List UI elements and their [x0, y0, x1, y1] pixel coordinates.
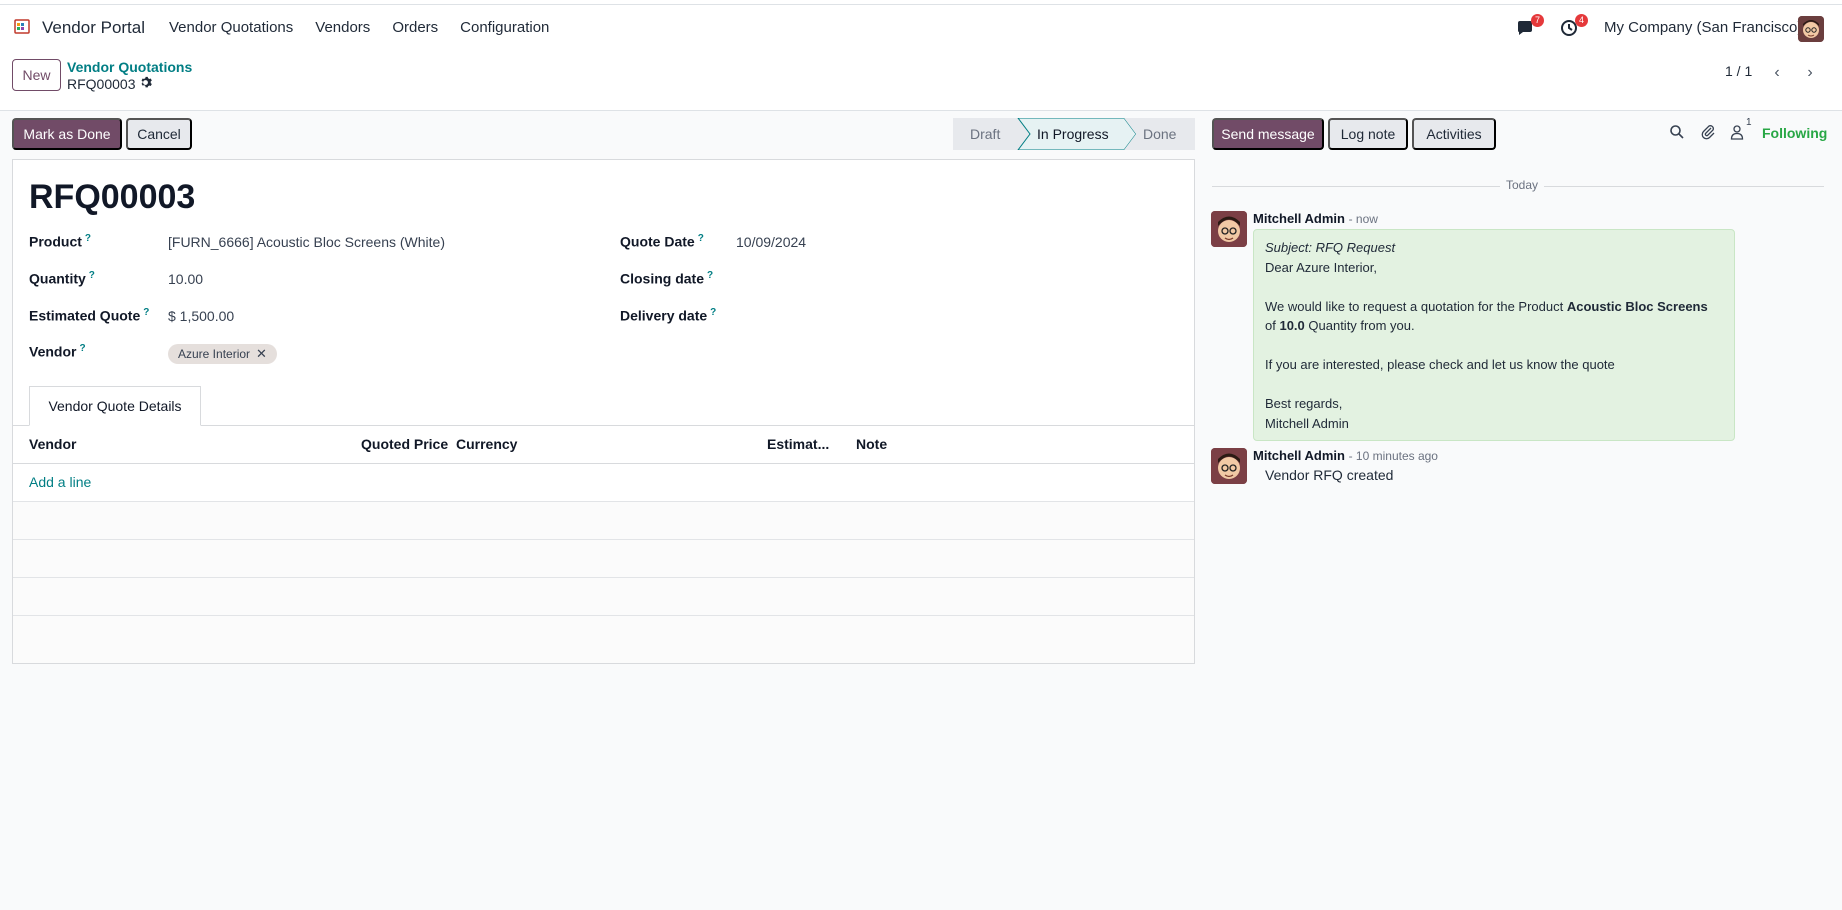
message-time: - 10 minutes ago [1348, 449, 1438, 463]
app-brand[interactable]: Vendor Portal [42, 18, 145, 38]
column-estimated[interactable]: Estimat... [767, 436, 829, 452]
quantity-label: Quantity? [29, 270, 95, 287]
message-line-1: We would like to request a quotation for… [1265, 298, 1708, 314]
message-line-2: of 10.0 Quantity from you. [1265, 318, 1415, 333]
user-avatar[interactable] [1798, 16, 1824, 42]
product-label: Product? [29, 233, 91, 250]
menu-orders[interactable]: Orders [392, 19, 438, 36]
help-icon[interactable]: ? [89, 270, 95, 281]
message-body: Vendor RFQ created [1265, 467, 1394, 483]
mark-as-done-button[interactable]: Mark as Done [12, 118, 122, 150]
breadcrumb-current-label: RFQ00003 [67, 76, 136, 92]
delivery-date-label: Delivery date? [620, 307, 717, 324]
help-icon[interactable]: ? [79, 343, 85, 354]
control-panel: New Vendor Quotations RFQ00003 1 / 1 ‹ › [0, 51, 1842, 111]
estimated-quote-label: Estimated Quote? [29, 307, 150, 324]
quote-date-label: Quote Date? [620, 233, 704, 250]
vendor-label: Vendor? [29, 343, 86, 360]
message-closing: Best regards, [1265, 396, 1343, 411]
gear-icon[interactable] [139, 76, 153, 92]
record-title: RFQ00003 [29, 178, 196, 216]
closing-date-label: Closing date? [620, 270, 714, 287]
status-step-in-progress[interactable]: In Progress [1037, 118, 1109, 150]
top-menu: Vendor Quotations Vendors Orders Configu… [169, 19, 571, 36]
breadcrumb-current: RFQ00003 [67, 76, 153, 92]
breadcrumb-parent-link[interactable]: Vendor Quotations [67, 59, 192, 75]
form-sheet: RFQ00003 Product? [FURN_6666] Acoustic B… [12, 159, 1195, 664]
help-icon[interactable]: ? [85, 233, 91, 244]
product-field[interactable]: [FURN_6666] Acoustic Bloc Screens (White… [168, 234, 445, 250]
followers-count: 1 [1746, 117, 1752, 128]
message-signature: Mitchell Admin [1265, 415, 1349, 431]
pager-next-icon[interactable]: › [1796, 59, 1824, 87]
pager-value[interactable]: 1 / 1 [1725, 63, 1752, 79]
following-toggle[interactable]: Following [1762, 125, 1827, 141]
help-icon[interactable]: ? [710, 307, 716, 318]
new-button[interactable]: New [12, 59, 61, 91]
message-author: Mitchell Admin - now [1253, 211, 1378, 226]
vendor-tag[interactable]: Azure Interior ✕ [168, 344, 277, 364]
activities-button[interactable]: Activities [1412, 118, 1496, 150]
send-message-button[interactable]: Send message [1212, 118, 1324, 150]
closing-date-field[interactable] [736, 268, 1176, 292]
table-row: Add a line [13, 464, 1194, 502]
table-row [13, 502, 1194, 540]
message-time: - now [1348, 212, 1378, 226]
estimated-quote-field[interactable]: $ 1,500.00 [168, 308, 234, 324]
menu-vendor-quotations[interactable]: Vendor Quotations [169, 19, 293, 36]
delivery-date-field[interactable] [736, 305, 1176, 329]
column-vendor[interactable]: Vendor [29, 436, 76, 452]
activities-badge: 4 [1574, 14, 1588, 27]
message-author: Mitchell Admin - 10 minutes ago [1253, 448, 1438, 463]
pager-previous-icon[interactable]: ‹ [1763, 59, 1791, 87]
tab-vendor-quote-details[interactable]: Vendor Quote Details [29, 386, 201, 426]
menu-vendors[interactable]: Vendors [315, 19, 370, 36]
message-author-avatar[interactable] [1211, 448, 1247, 484]
help-icon[interactable]: ? [143, 307, 149, 318]
help-icon[interactable]: ? [698, 233, 704, 244]
message-line-3: If you are interested, please check and … [1265, 357, 1615, 372]
table-row [13, 616, 1194, 663]
apps-grid-icon[interactable] [14, 18, 30, 34]
vendor-tag-label: Azure Interior [178, 347, 251, 361]
status-steps: Draft In Progress Done [953, 118, 1195, 150]
help-icon[interactable]: ? [707, 270, 713, 281]
column-note[interactable]: Note [856, 436, 887, 452]
message-greeting: Dear Azure Interior, [1265, 259, 1377, 275]
quote-date-field[interactable]: 10/09/2024 [736, 234, 806, 250]
tag-remove-icon[interactable]: ✕ [256, 346, 267, 362]
search-icon[interactable] [1669, 124, 1685, 143]
column-currency[interactable]: Currency [456, 436, 517, 452]
activities-clock-icon[interactable]: 4 [1560, 14, 1588, 37]
table-header: Vendor Quoted Price Currency Estimat... … [13, 426, 1194, 464]
add-a-line-link[interactable]: Add a line [29, 474, 91, 490]
quantity-field[interactable]: 10.00 [168, 271, 203, 287]
column-quoted-price[interactable]: Quoted Price [361, 436, 448, 452]
date-separator: Today [1500, 178, 1545, 192]
cancel-button[interactable]: Cancel [126, 118, 192, 150]
menu-configuration[interactable]: Configuration [460, 19, 549, 36]
main-navbar: Vendor Portal Vendor Quotations Vendors … [0, 5, 1842, 51]
status-step-draft[interactable]: Draft [970, 118, 1000, 150]
message-author-name[interactable]: Mitchell Admin [1253, 211, 1345, 226]
table-row [13, 540, 1194, 578]
messages-badge: 7 [1530, 14, 1544, 27]
followers-icon[interactable]: 1 [1729, 117, 1752, 143]
message-author-avatar[interactable] [1211, 211, 1247, 247]
status-step-done[interactable]: Done [1143, 118, 1176, 150]
message-subject: Subject: RFQ Request [1265, 240, 1396, 255]
log-note-button[interactable]: Log note [1328, 118, 1408, 150]
message-author-name[interactable]: Mitchell Admin [1253, 448, 1345, 463]
table-row [13, 578, 1194, 616]
messages-icon[interactable]: 7 [1516, 14, 1544, 37]
paperclip-icon[interactable] [1700, 124, 1716, 143]
message-bubble: Subject: RFQ Request Dear Azure Interior… [1253, 229, 1735, 441]
company-switcher[interactable]: My Company (San Francisco) [1604, 19, 1802, 36]
